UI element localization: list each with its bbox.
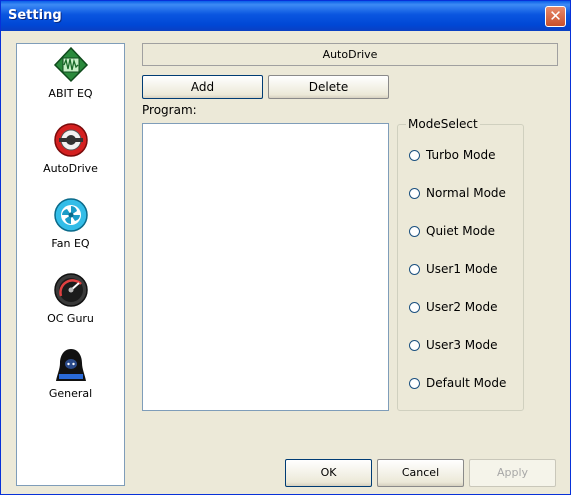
oc-guru-icon bbox=[53, 273, 88, 307]
add-button[interactable]: Add bbox=[142, 75, 263, 99]
settings-window: Setting ✕ ABIT EQ AutoDrive Fan EQ OC Gu… bbox=[0, 0, 571, 495]
program-list[interactable] bbox=[142, 123, 389, 411]
radio-circle[interactable] bbox=[409, 340, 420, 351]
sidebar-item-label: AutoDrive bbox=[43, 162, 98, 175]
window-title: Setting bbox=[8, 8, 62, 23]
radio-label: User2 Mode bbox=[426, 300, 498, 314]
radio-circle[interactable] bbox=[409, 150, 420, 161]
apply-button[interactable]: Apply bbox=[469, 459, 556, 487]
sidebar-item-label: General bbox=[48, 387, 93, 400]
radio-label: User1 Mode bbox=[426, 262, 498, 276]
sidebar-item-general[interactable]: General bbox=[17, 347, 124, 417]
cancel-button[interactable]: Cancel bbox=[377, 459, 464, 487]
radio-label: Default Mode bbox=[426, 376, 507, 390]
program-label: Program: bbox=[142, 103, 197, 117]
ok-button[interactable]: OK bbox=[285, 459, 372, 487]
abit-eq-icon bbox=[53, 47, 88, 83]
sidebar: ABIT EQ AutoDrive Fan EQ OC Guru General bbox=[16, 43, 125, 486]
delete-button[interactable]: Delete bbox=[268, 75, 389, 99]
radio-circle[interactable] bbox=[409, 226, 420, 237]
sidebar-item-fan-eq[interactable]: Fan EQ bbox=[17, 197, 124, 267]
sidebar-item-abit-eq[interactable]: ABIT EQ bbox=[17, 47, 124, 117]
radio-label: Quiet Mode bbox=[426, 224, 495, 238]
sidebar-item-oc-guru[interactable]: OC Guru bbox=[17, 272, 124, 342]
radio-label: User3 Mode bbox=[426, 338, 498, 352]
radio-circle[interactable] bbox=[409, 378, 420, 389]
sidebar-item-label: OC Guru bbox=[47, 312, 94, 325]
sidebar-item-autodrive[interactable]: AutoDrive bbox=[17, 122, 124, 192]
sidebar-item-label: Fan EQ bbox=[51, 237, 90, 250]
radio-circle[interactable] bbox=[409, 302, 420, 313]
general-icon bbox=[55, 349, 86, 381]
mode-select-legend: ModeSelect bbox=[406, 117, 480, 131]
autodrive-icon bbox=[53, 123, 88, 157]
page-title: AutoDrive bbox=[142, 43, 558, 66]
radio-circle[interactable] bbox=[409, 264, 420, 275]
close-icon: ✕ bbox=[549, 7, 562, 25]
title-bar[interactable]: Setting ✕ bbox=[1, 1, 570, 31]
sidebar-item-label: ABIT EQ bbox=[48, 87, 93, 100]
radio-circle[interactable] bbox=[409, 188, 420, 199]
close-button[interactable]: ✕ bbox=[545, 6, 566, 27]
radio-label: Turbo Mode bbox=[426, 148, 496, 162]
radio-label: Normal Mode bbox=[426, 186, 506, 200]
fan-eq-icon bbox=[53, 198, 88, 232]
